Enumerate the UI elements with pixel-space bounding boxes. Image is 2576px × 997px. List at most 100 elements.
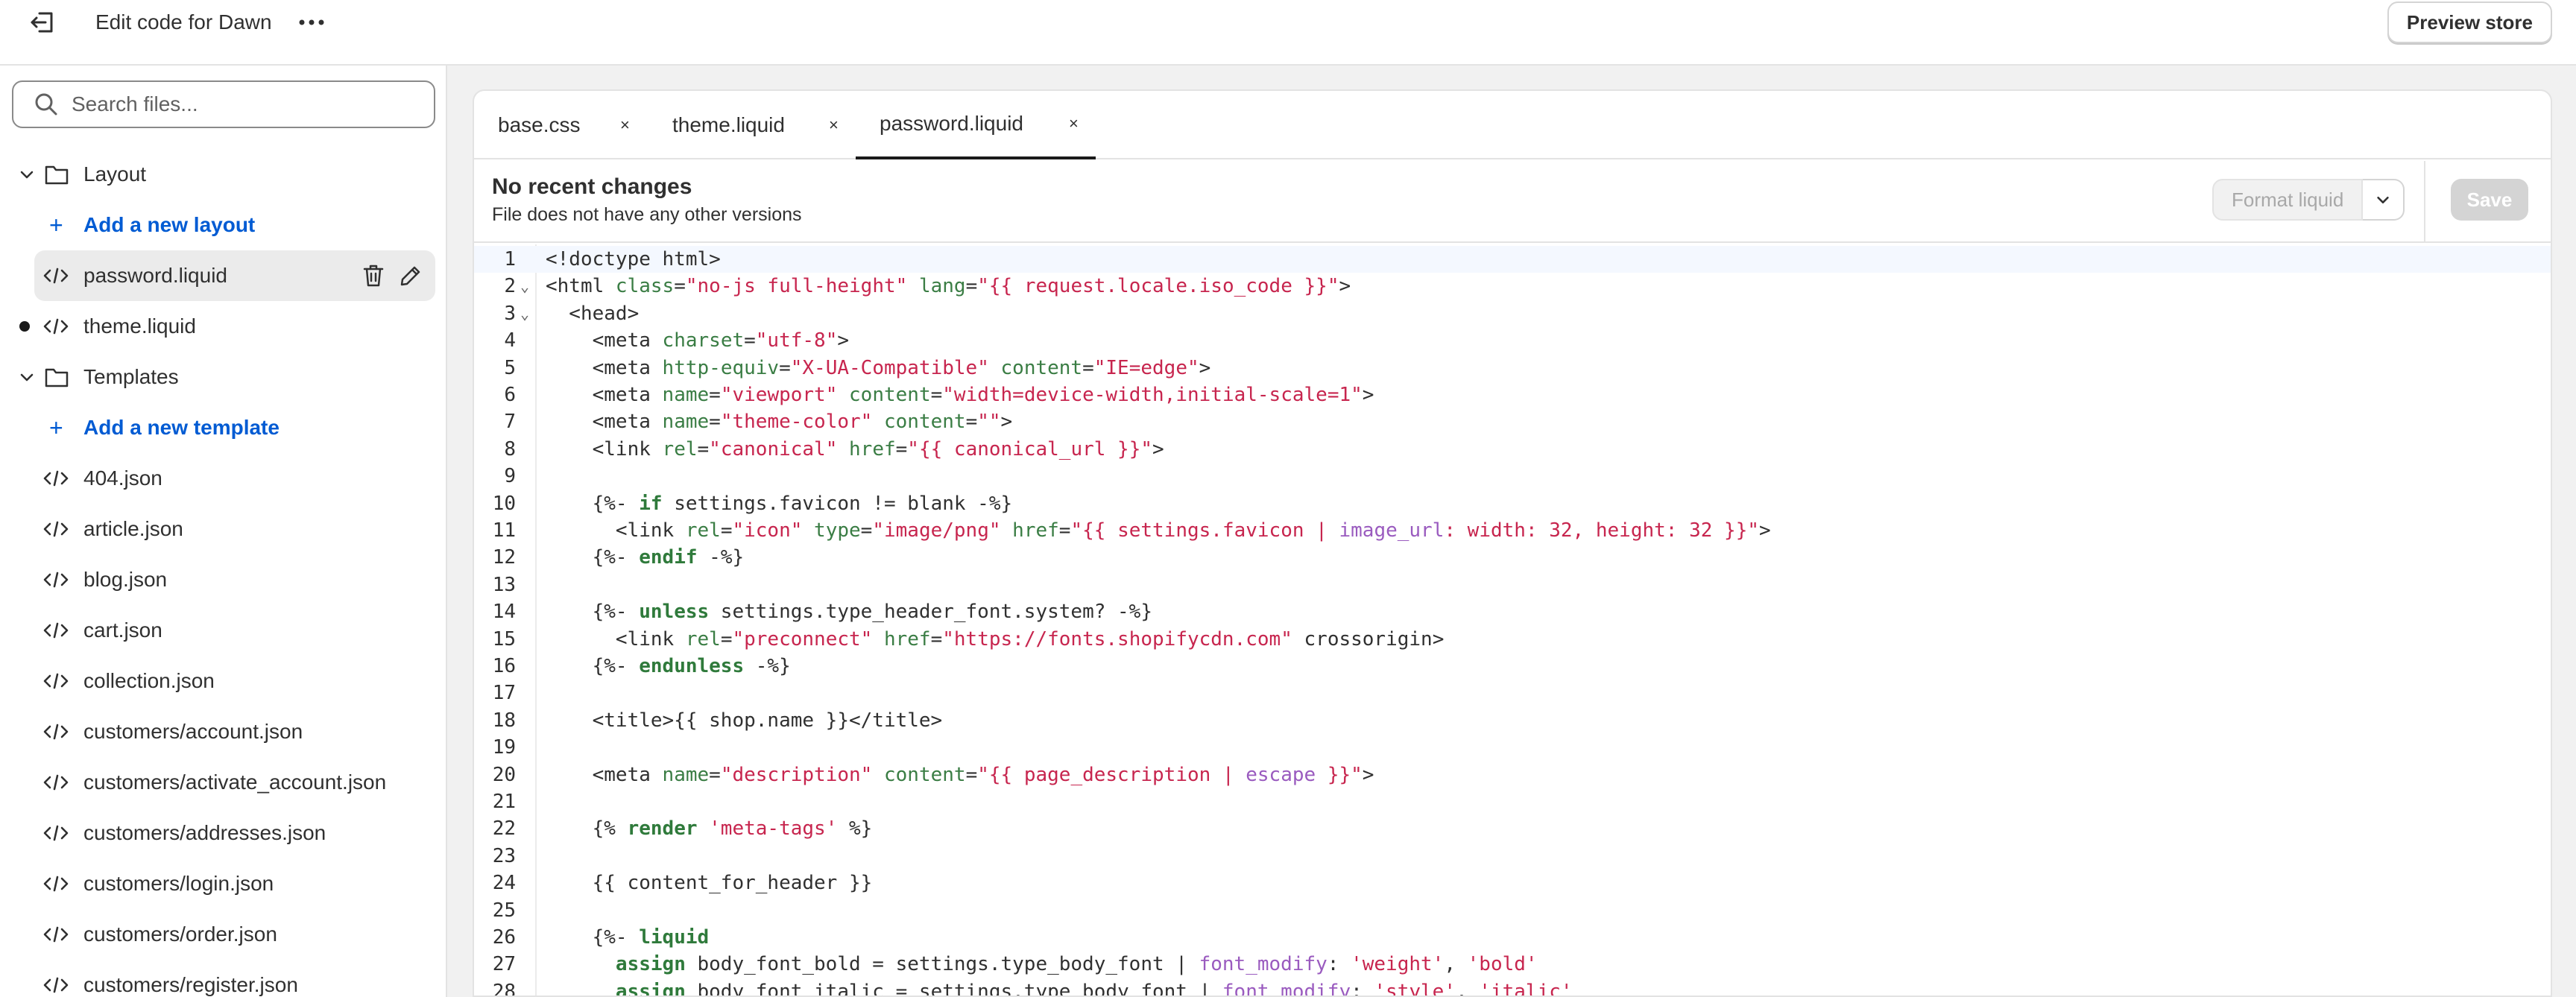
code-line[interactable]: 6 <meta name="viewport" content="width=d… — [474, 382, 2551, 408]
close-icon[interactable]: × — [620, 115, 630, 135]
line-number: 19 — [492, 736, 516, 759]
plus-icon: + — [49, 414, 63, 441]
code-line[interactable]: 19 — [474, 734, 2551, 761]
code-line[interactable]: 3 ⌄ <head> — [474, 300, 2551, 327]
code-line[interactable]: 18 <title>{{ shop.name }}</title> — [474, 707, 2551, 734]
code-line[interactable]: 11 <link rel="icon" type="image/png" hre… — [474, 517, 2551, 544]
line-number: 7 — [504, 411, 516, 434]
code-line[interactable]: 26 {%- liquid — [474, 924, 2551, 951]
line-number: 22 — [492, 817, 516, 841]
code-line[interactable]: 9 — [474, 463, 2551, 490]
tab-base-css[interactable]: base.css × — [474, 91, 648, 159]
file-item[interactable]: customers/register.json — [0, 960, 446, 997]
add-layout-link[interactable]: + Add a new layout — [0, 200, 446, 250]
line-number: 8 — [504, 437, 516, 460]
code-line[interactable]: 10 {%- if settings.favicon != blank -%} — [474, 490, 2551, 517]
trash-icon[interactable] — [362, 264, 385, 288]
line-number: 17 — [492, 682, 516, 705]
close-icon[interactable]: × — [829, 115, 839, 135]
fold-chevron-icon[interactable]: ⌄ — [520, 273, 529, 300]
status-title: No recent changes — [492, 174, 692, 199]
tab-theme-liquid[interactable]: theme.liquid × — [648, 91, 856, 159]
code-icon — [43, 572, 69, 588]
tab-label: password.liquid — [880, 112, 1023, 135]
fold-chevron-icon[interactable]: ⌄ — [520, 300, 529, 327]
code-text: {{ content_for_header }} — [546, 872, 873, 895]
code-line[interactable]: 28 assign body_font_italic = settings.ty… — [474, 978, 2551, 997]
file-item[interactable]: blog.json — [0, 554, 446, 605]
exit-icon[interactable] — [25, 7, 58, 37]
file-item[interactable]: article.json — [0, 504, 446, 554]
file-item[interactable]: cart.json — [0, 605, 446, 656]
code-text: <html class="no-js full-height" lang="{{… — [546, 275, 1351, 298]
tab-label: theme.liquid — [672, 113, 785, 136]
code-line[interactable]: 4 <meta charset="utf-8"> — [474, 327, 2551, 354]
code-line[interactable]: 23 — [474, 843, 2551, 870]
line-number: 10 — [492, 492, 516, 515]
preview-store-button[interactable]: Preview store — [2387, 1, 2552, 43]
file-label: password.liquid — [83, 264, 227, 287]
line-number: 9 — [504, 465, 516, 488]
code-area[interactable]: 1 <!doctype html> 2 ⌄ <html class="no-js ful… — [474, 244, 2551, 997]
code-line[interactable]: 27 assign body_font_bold = settings.type… — [474, 951, 2551, 978]
code-line[interactable]: 17 — [474, 680, 2551, 706]
code-line[interactable]: 1 <!doctype html> — [474, 246, 2551, 273]
file-item[interactable]: customers/login.json — [0, 858, 446, 909]
file-sidebar: Layout + Add a new layout password.liqui… — [0, 66, 447, 997]
code-line[interactable]: 7 <meta name="theme-color" content=""> — [474, 408, 2551, 435]
code-line[interactable]: 14 {%- unless settings.type_header_font.… — [474, 598, 2551, 625]
folder-templates[interactable]: Templates — [0, 352, 446, 402]
add-layout-label: Add a new layout — [83, 213, 256, 236]
code-icon — [43, 622, 69, 639]
save-button[interactable]: Save — [2451, 179, 2528, 221]
code-line[interactable]: 2 ⌄ <html class="no-js full-height" lang="… — [474, 273, 2551, 300]
code-line[interactable]: 5 <meta http-equiv="X-UA-Compatible" con… — [474, 355, 2551, 382]
code-icon — [43, 724, 69, 740]
file-item[interactable]: 404.json — [0, 453, 446, 504]
code-line[interactable]: 13 — [474, 572, 2551, 598]
file-item[interactable]: customers/activate_account.json — [0, 757, 446, 808]
code-text: assign body_font_italic = settings.type_… — [615, 980, 1573, 997]
code-line[interactable]: 8 <link rel="canonical" href="{{ canonic… — [474, 436, 2551, 463]
search-box[interactable] — [12, 80, 435, 128]
line-number: 23 — [492, 844, 516, 867]
line-number: 21 — [492, 791, 516, 813]
folder-layout[interactable]: Layout — [0, 149, 446, 200]
file-item[interactable]: collection.json — [0, 656, 446, 706]
plus-icon: + — [49, 212, 63, 238]
line-number: 18 — [492, 709, 516, 732]
file-item[interactable]: customers/order.json — [0, 909, 446, 960]
line-number: 27 — [492, 953, 516, 976]
add-template-link[interactable]: + Add a new template — [0, 402, 446, 453]
code-line[interactable]: 22 {% render 'meta-tags' %} — [474, 815, 2551, 842]
divider — [2424, 161, 2425, 243]
tab-password-liquid[interactable]: password.liquid × — [856, 91, 1096, 159]
line-number: 13 — [492, 573, 516, 596]
pencil-icon[interactable] — [400, 265, 422, 287]
file-item[interactable]: customers/account.json — [0, 706, 446, 757]
line-number: 20 — [492, 763, 516, 786]
file-item-theme-liquid[interactable]: theme.liquid — [0, 301, 446, 352]
more-actions-icon[interactable] — [295, 9, 328, 36]
line-number: 16 — [492, 655, 516, 677]
code-line[interactable]: 16 {%- endunless -%} — [474, 653, 2551, 680]
unsaved-dot — [19, 321, 30, 332]
folder-label: Templates — [83, 365, 179, 388]
file-label: customers/register.json — [83, 973, 298, 996]
close-icon[interactable]: × — [1069, 114, 1079, 133]
code-line[interactable]: 12 {%- endif -%} — [474, 544, 2551, 571]
code-line[interactable]: 25 — [474, 897, 2551, 924]
file-item-password-liquid[interactable]: password.liquid — [0, 250, 446, 301]
code-line[interactable]: 24 {{ content_for_header }} — [474, 870, 2551, 896]
code-line[interactable]: 15 <link rel="preconnect" href="https://… — [474, 626, 2551, 653]
format-dropdown[interactable] — [2363, 179, 2405, 221]
code-icon — [43, 470, 69, 487]
file-item[interactable]: customers/addresses.json — [0, 808, 446, 858]
search-input[interactable] — [72, 92, 414, 116]
file-label: customers/activate_account.json — [83, 770, 387, 794]
code-line[interactable]: 21 — [474, 788, 2551, 815]
code-line[interactable]: 20 <meta name="description" content="{{ … — [474, 762, 2551, 788]
line-number: 3 — [504, 302, 516, 325]
file-label: customers/order.json — [83, 922, 277, 946]
format-liquid-button[interactable]: Format liquid — [2212, 179, 2364, 221]
